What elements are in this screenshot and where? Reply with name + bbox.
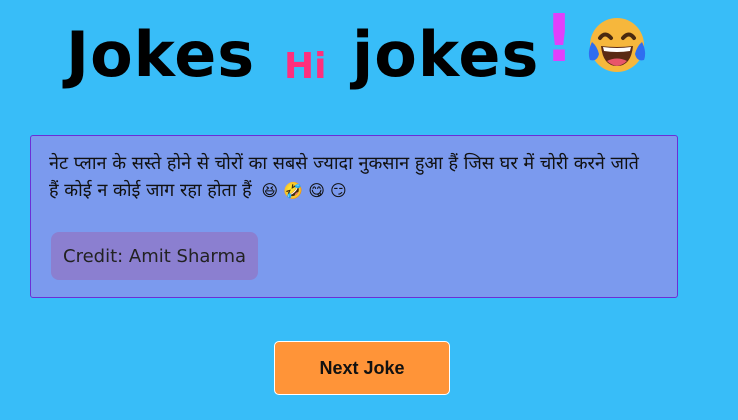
title-word-jokes-2: jokes <box>352 18 540 91</box>
joke-emojis: 😆 🤣 😋 😏 <box>261 181 347 200</box>
credit-badge: Credit: Amit Sharma <box>51 232 259 280</box>
joke-card: नेट प्लान के सस्ते होने से चोरों का सबसे… <box>30 135 678 298</box>
title-word-hi: Hi <box>284 46 327 87</box>
title-word-jokes: Jokes <box>66 18 256 91</box>
title-exclamation: ! <box>544 0 575 77</box>
laughing-tears-face-icon <box>588 18 646 72</box>
joke-text-block: नेट प्लान के सस्ते होने से चोरों का सबसे… <box>49 150 649 204</box>
next-joke-button[interactable]: Next Joke <box>274 341 450 395</box>
